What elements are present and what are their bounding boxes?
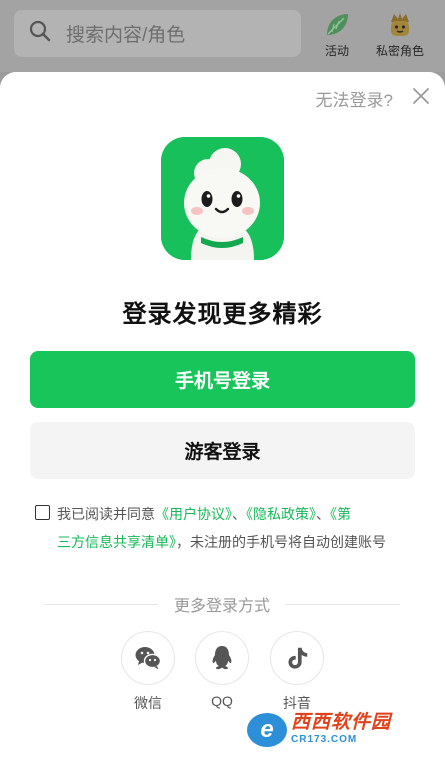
qq-login-button[interactable]: QQ <box>195 631 249 709</box>
search-icon <box>28 19 52 48</box>
agreement-line-1: 我已阅读并同意《用户协议》、《隐私政策》、《第 <box>57 500 351 528</box>
activity-button[interactable]: 活动 <box>307 10 367 59</box>
phone-login-button[interactable]: 手机号登录 <box>30 351 415 408</box>
agreement-separator: 、 <box>232 506 246 522</box>
private-character-icon <box>385 10 415 40</box>
user-agreement-link[interactable]: 《用户协议》 <box>155 506 232 522</box>
app-mascot-logo <box>161 137 284 260</box>
login-sheet: 无法登录? 登录发现更多精彩 手机号登录 游客登录 我已阅读并同意《用户协议》、… <box>0 72 445 759</box>
douyin-icon <box>270 631 324 685</box>
site-watermark: e 西西软件园 CR173.COM <box>247 713 425 747</box>
divider-line <box>286 603 401 605</box>
watermark-logo-icon: e <box>247 713 287 747</box>
agreement-suffix: ，未注册的手机号将自动创建账号 <box>176 534 386 550</box>
watermark-sub: CR173.COM <box>291 734 358 745</box>
agreement-checkbox[interactable] <box>35 505 50 520</box>
qq-label: QQ <box>211 693 233 709</box>
activity-leaf-icon <box>322 10 352 40</box>
page-title: 登录发现更多精彩 <box>122 301 323 328</box>
douyin-login-button[interactable]: 抖音 <box>270 631 324 713</box>
wechat-icon <box>121 631 175 685</box>
more-login-label: 更多登录方式 <box>174 598 271 615</box>
wechat-login-button[interactable]: 微信 <box>121 631 175 713</box>
third-party-list-link[interactable]: 《第 <box>330 506 351 522</box>
private-character-button[interactable]: 私密角色 <box>370 10 430 59</box>
activity-label: 活动 <box>324 44 349 58</box>
close-icon[interactable] <box>411 86 431 106</box>
agreement-line-2: 三方信息共享清单》，未注册的手机号将自动创建账号 <box>57 528 386 556</box>
search-placeholder: 搜索内容/角色 <box>66 25 186 46</box>
search-bar[interactable]: 搜索内容/角色 <box>14 10 301 57</box>
agreement-separator: 、 <box>316 506 330 522</box>
third-party-list-link[interactable]: 三方信息共享清单》 <box>57 534 176 550</box>
wechat-label: 微信 <box>134 695 162 711</box>
watermark-text: 西西软件园 CR173.COM <box>291 713 391 747</box>
cant-login-link[interactable]: 无法登录? <box>316 86 393 111</box>
guest-login-button[interactable]: 游客登录 <box>30 422 415 479</box>
private-character-label: 私密角色 <box>375 44 424 58</box>
watermark-main: 西西软件园 <box>291 712 392 733</box>
agreement-prefix: 我已阅读并同意 <box>57 506 155 522</box>
qq-icon <box>195 631 249 685</box>
privacy-policy-link[interactable]: 《隐私政策》 <box>246 506 316 522</box>
douyin-label: 抖音 <box>283 695 311 711</box>
more-login-divider: 更多登录方式 <box>44 592 401 616</box>
divider-line <box>44 603 158 605</box>
top-bar: 搜索内容/角色 活动 私密角色 <box>0 0 445 72</box>
